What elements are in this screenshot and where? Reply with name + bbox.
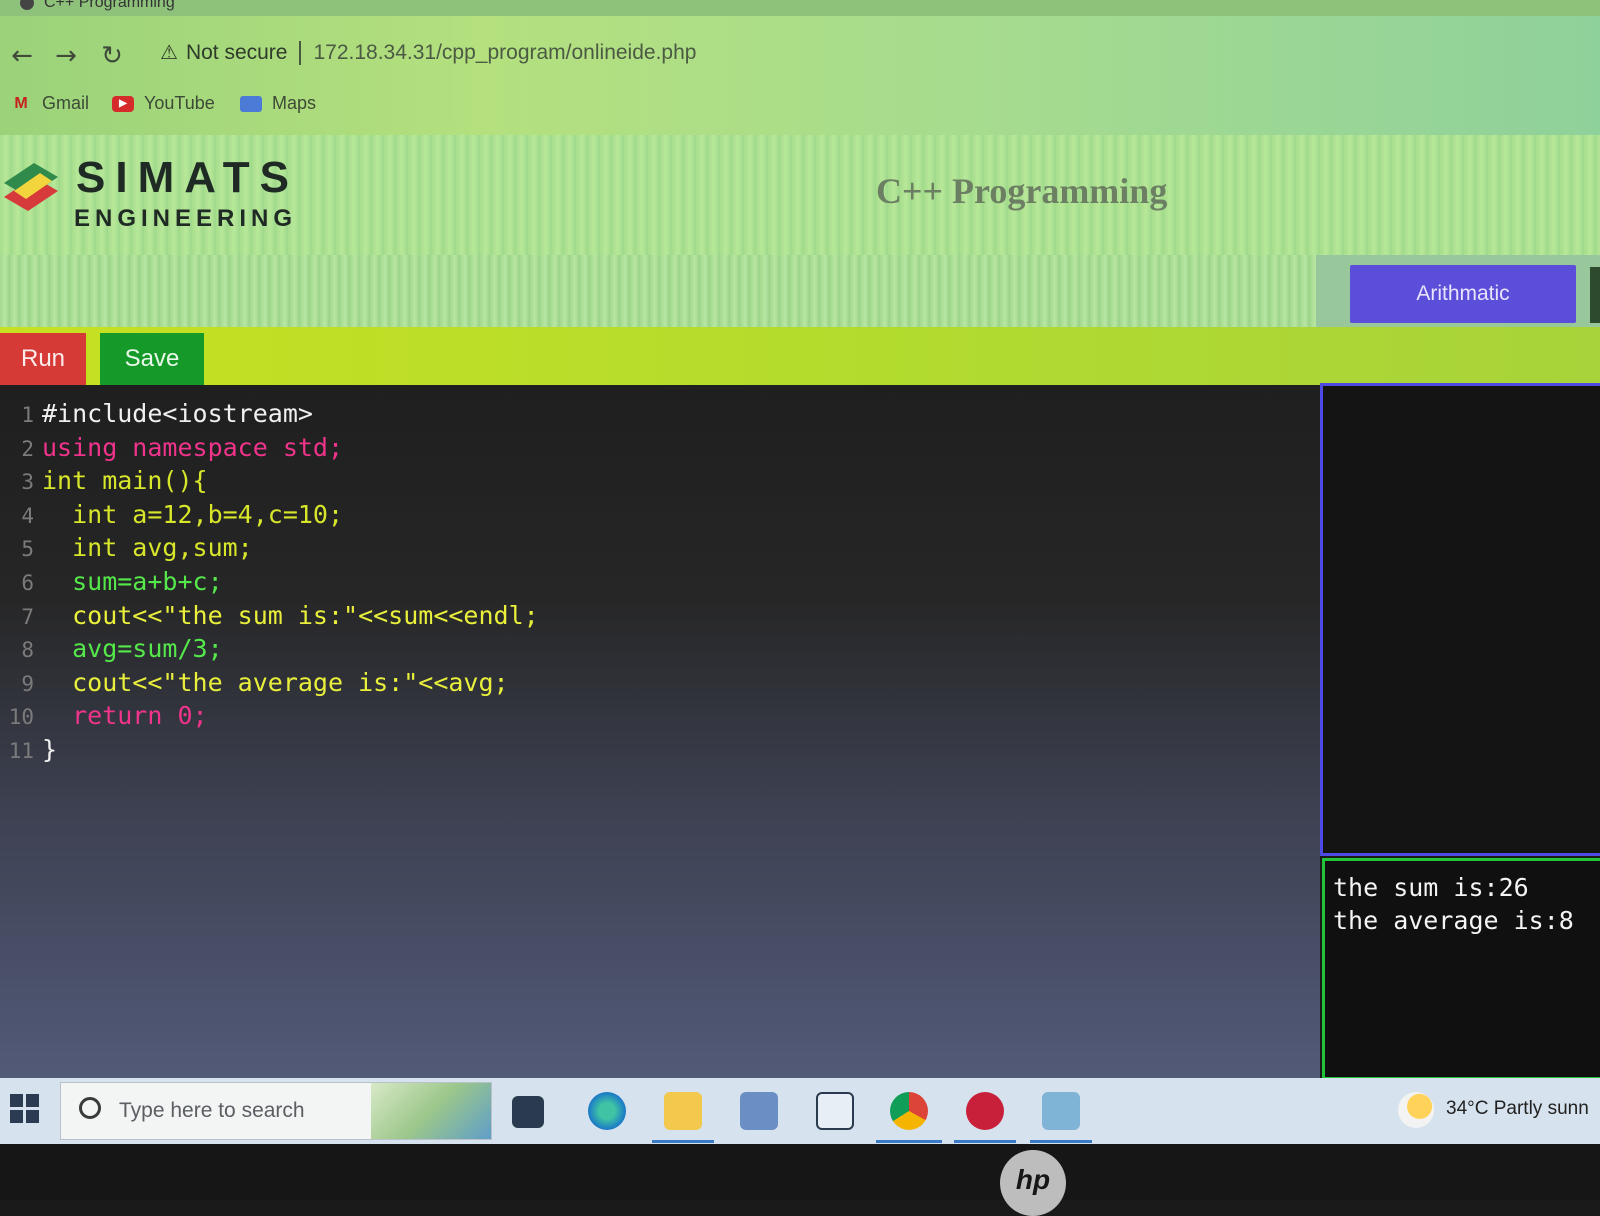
bookmark-maps[interactable]: Maps: [240, 93, 316, 114]
devcpp-icon[interactable]: [966, 1092, 1004, 1130]
code-line: 5 int avg,sum;: [0, 531, 539, 565]
code-line: 1 #include<iostream>: [0, 397, 539, 431]
reload-icon[interactable]: ↻: [98, 42, 126, 70]
address-bar[interactable]: ⚠ Not secure 172.18.34.31/cpp_program/onli…: [160, 40, 697, 66]
code-line: 7 cout<<"the sum is:"<<sum<<endl;: [0, 599, 539, 633]
security-label: Not secure: [185, 41, 288, 64]
line-number: 11: [8, 738, 34, 763]
line-number: 3: [21, 470, 34, 495]
taskbar-search-input[interactable]: Type here to search: [60, 1082, 492, 1140]
code-text: cout<<"the sum is:"<<sum<<endl;: [42, 600, 539, 630]
save-button[interactable]: Save: [100, 333, 204, 385]
code-line: 8 avg=sum/3;: [0, 632, 539, 666]
code-line: 4 int a=12,b=4,c=10;: [0, 498, 539, 532]
weather-text[interactable]: 34°C Partly sunn: [1446, 1098, 1589, 1120]
address-bar-row: ← → ↻ ⚠ Not secure 172.18.34.31/cpp_progra…: [0, 30, 1600, 80]
code-editor[interactable]: 1 #include<iostream> 2 using namespace std…: [0, 385, 1320, 1080]
bookmark-youtube[interactable]: ▶ YouTube: [112, 93, 215, 114]
bookmarks-bar: M Gmail ▶ YouTube Maps: [0, 88, 1600, 124]
bookmark-label: YouTube: [144, 93, 215, 113]
mail-icon[interactable]: [816, 1092, 854, 1130]
editor-toolbar: Run Save: [0, 327, 1600, 385]
browser-chrome: C++ Programming ← → ↻ ⚠ Not secure 172.18.…: [0, 0, 1600, 135]
menu-band: Arithmatic: [0, 255, 1600, 327]
app-running-indicator: [1030, 1140, 1092, 1143]
code-text: return 0;: [42, 701, 208, 731]
monitor-bezel: [0, 1144, 1600, 1200]
windows-taskbar: Type here to search 34°C Partly sunn: [0, 1078, 1600, 1144]
code-area[interactable]: 1 #include<iostream> 2 using namespace std…: [0, 397, 539, 767]
code-text: avg=sum/3;: [42, 634, 223, 664]
output-text: the sum is:26 the average is:8: [1333, 871, 1574, 937]
task-view-icon[interactable]: [512, 1096, 544, 1128]
windows-start-icon[interactable]: [10, 1094, 40, 1124]
youtube-icon: ▶: [112, 96, 134, 113]
logo-subtitle: ENGINEERING: [74, 205, 298, 232]
menu-edge: [1590, 267, 1600, 323]
weather-icon[interactable]: [1398, 1092, 1434, 1128]
bookmark-label: Gmail: [42, 93, 90, 113]
app-running-indicator: [652, 1140, 714, 1143]
browser-tab[interactable]: C++ Programming: [20, 0, 175, 12]
tab-title: C++ Programming: [44, 0, 175, 11]
code-text: sum=a+b+c;: [42, 566, 223, 596]
code-text: using namespace std;: [42, 432, 344, 462]
line-number: 8: [21, 638, 34, 663]
line-number: 1: [21, 403, 34, 427]
warning-icon: ⚠: [160, 40, 178, 64]
app-running-indicator: [876, 1140, 942, 1143]
code-line: 2 using namespace std;: [0, 431, 539, 465]
line-number: 7: [21, 604, 34, 629]
logo-title: SIMATS: [76, 153, 299, 202]
tab-favicon-icon: [20, 0, 34, 10]
line-number: 4: [21, 503, 34, 528]
code-line: 10 return 0;: [0, 699, 539, 733]
store-icon[interactable]: [740, 1092, 778, 1130]
code-line: 11}: [0, 733, 539, 767]
gmail-icon: M: [14, 95, 28, 113]
search-placeholder: Type here to search: [119, 1099, 305, 1122]
file-explorer-icon[interactable]: [664, 1092, 702, 1130]
app-window-icon[interactable]: [1042, 1092, 1080, 1130]
app-running-indicator: [954, 1140, 1016, 1143]
hp-logo-icon: hp: [1000, 1150, 1066, 1216]
url-text: 172.18.34.31/cpp_program/onlineide.php: [313, 41, 697, 64]
line-number: 5: [21, 537, 34, 562]
arithmatic-button[interactable]: Arithmatic: [1350, 265, 1576, 323]
back-arrow-icon[interactable]: ←: [8, 42, 36, 70]
code-text: int main(){: [42, 466, 208, 496]
output-pane: the sum is:26 the average is:8: [1322, 858, 1600, 1080]
url-divider: [299, 41, 302, 66]
forward-arrow-icon[interactable]: →: [52, 42, 80, 70]
code-text: #include<iostream>: [42, 399, 313, 428]
page-title: C++ Programming: [876, 171, 1168, 211]
site-header: SIMATS ENGINEERING C++ Programming: [0, 135, 1600, 255]
chrome-icon[interactable]: [890, 1092, 928, 1130]
code-line: 3 int main(){: [0, 464, 539, 498]
code-text: int a=12,b=4,c=10;: [42, 499, 344, 529]
line-number: 2: [21, 436, 34, 461]
output-line: the sum is:26: [1333, 873, 1529, 902]
bookmark-label: Maps: [272, 93, 317, 113]
code-text: cout<<"the average is:"<<avg;: [42, 667, 509, 697]
code-line: 9 cout<<"the average is:"<<avg;: [0, 666, 539, 700]
search-icon: [79, 1097, 101, 1119]
line-number: 6: [21, 570, 34, 595]
tab-strip: C++ Programming: [0, 0, 1600, 16]
run-button[interactable]: Run: [0, 333, 86, 385]
output-line: the average is:8: [1333, 906, 1574, 935]
code-text: int avg,sum;: [42, 533, 253, 563]
search-highlight-image: [371, 1083, 491, 1139]
code-line: 6 sum=a+b+c;: [0, 565, 539, 599]
simats-logo-icon: [4, 163, 58, 211]
input-pane[interactable]: [1320, 383, 1600, 856]
bookmark-gmail[interactable]: M Gmail: [10, 93, 89, 114]
maps-icon: [240, 96, 262, 113]
edge-icon[interactable]: [588, 1092, 626, 1130]
line-number: 9: [21, 671, 34, 696]
line-number: 10: [8, 705, 34, 730]
code-text: }: [42, 734, 58, 764]
